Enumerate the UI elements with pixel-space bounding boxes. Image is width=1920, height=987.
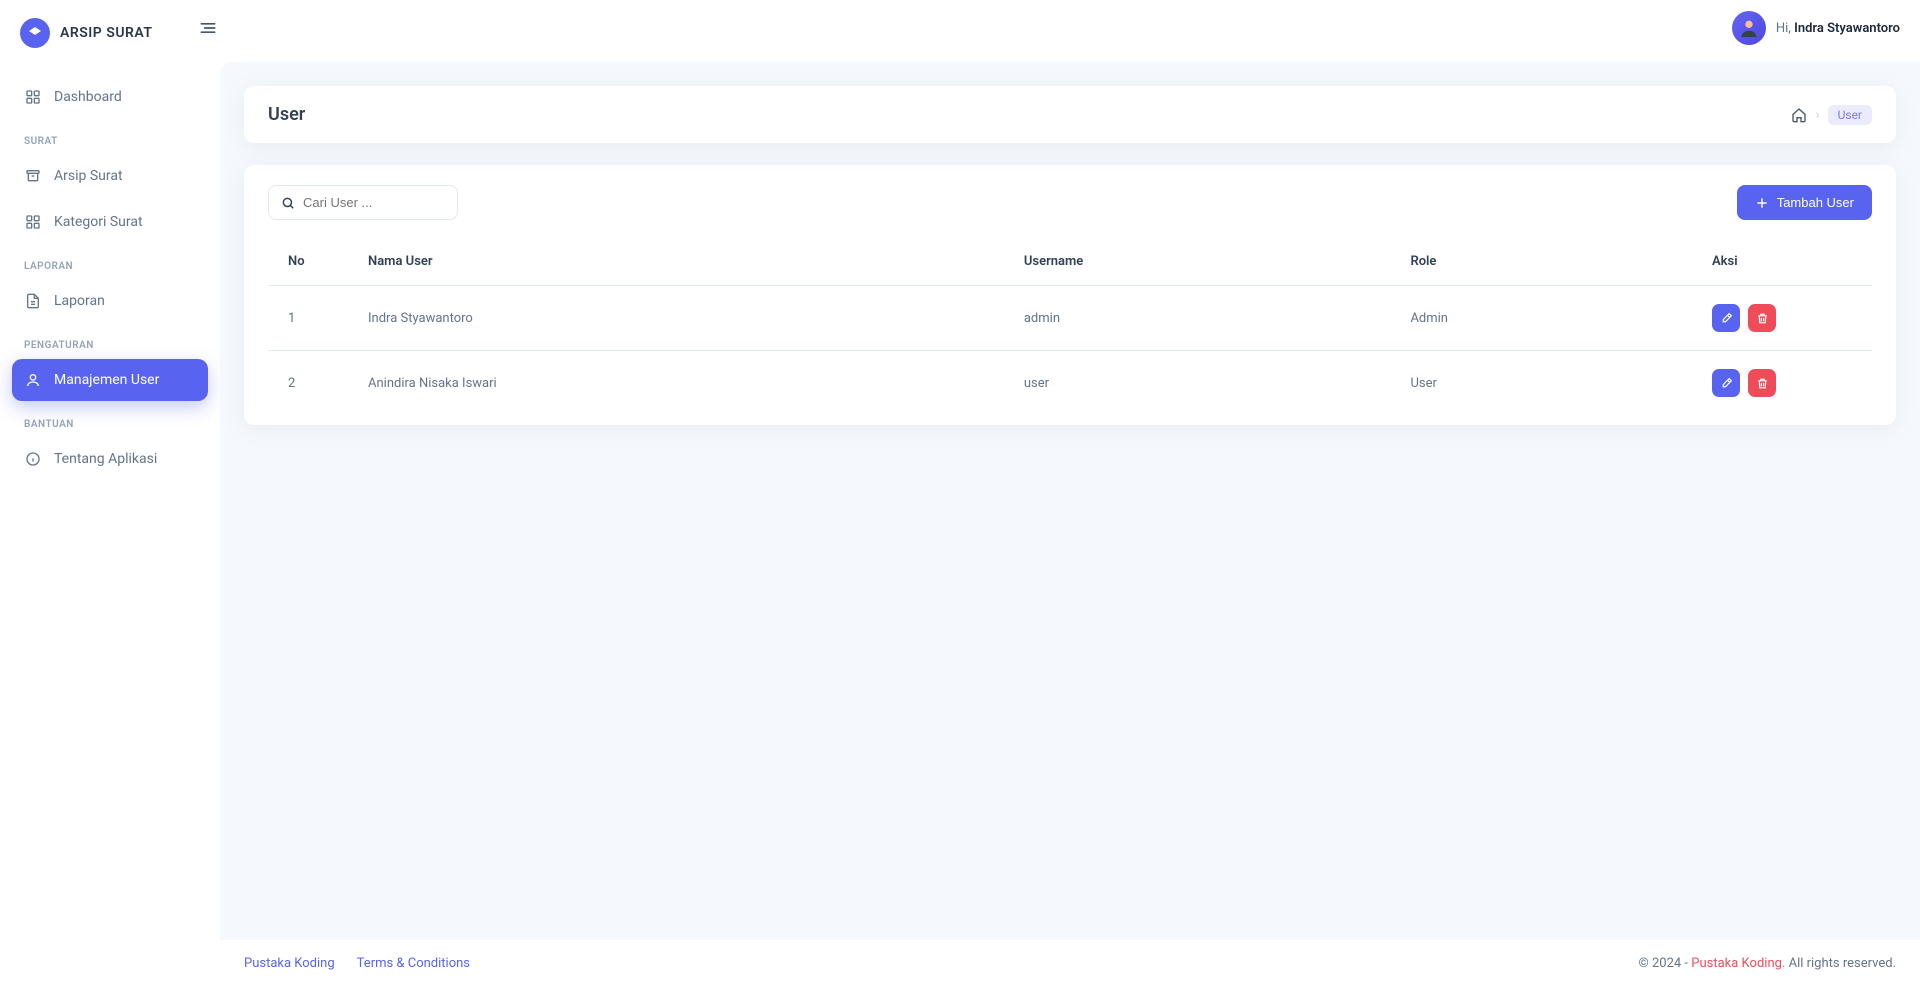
table-row: 1Indra StyawantoroadminAdmin bbox=[268, 286, 1872, 351]
brand-name: ARSIP SURAT bbox=[60, 25, 153, 41]
footer-copyright: © 2024 - Pustaka Koding. All rights rese… bbox=[1639, 956, 1896, 971]
sidebar: ARSIP SURAT Dashboard SURAT Arsip Surat bbox=[0, 0, 220, 987]
sidebar-item-dashboard[interactable]: Dashboard bbox=[12, 76, 208, 118]
content-card: Tambah User No Nama User Username Role A… bbox=[244, 165, 1896, 425]
footer-link-pustaka[interactable]: Pustaka Koding bbox=[244, 956, 335, 971]
breadcrumb-current: User bbox=[1828, 105, 1872, 125]
archive-icon bbox=[24, 167, 42, 185]
search-box bbox=[268, 185, 458, 220]
home-icon bbox=[1791, 107, 1807, 123]
add-user-label: Tambah User bbox=[1777, 195, 1854, 210]
search-icon bbox=[281, 196, 295, 210]
edit-button[interactable] bbox=[1712, 369, 1740, 397]
brand[interactable]: ARSIP SURAT bbox=[0, 0, 220, 66]
user-icon bbox=[24, 371, 42, 389]
sidebar-item-arsip-surat[interactable]: Arsip Surat bbox=[12, 155, 208, 197]
cell-username: user bbox=[1004, 351, 1391, 416]
sidebar-item-label: Manajemen User bbox=[54, 372, 159, 388]
search-input[interactable] bbox=[303, 195, 445, 210]
cell-role: User bbox=[1390, 351, 1692, 416]
table-header-aksi: Aksi bbox=[1692, 238, 1872, 286]
edit-icon bbox=[1720, 377, 1733, 390]
breadcrumb: › User bbox=[1791, 105, 1872, 125]
cell-no: 2 bbox=[268, 351, 348, 416]
users-table: No Nama User Username Role Aksi 1Indra S… bbox=[268, 238, 1872, 415]
sidebar-item-label: Dashboard bbox=[54, 89, 122, 105]
table-header-no: No bbox=[268, 238, 348, 286]
delete-button[interactable] bbox=[1748, 304, 1776, 332]
greeting-prefix: Hi, bbox=[1776, 21, 1791, 36]
footer: Pustaka Koding Terms & Conditions © 2024… bbox=[220, 940, 1920, 987]
cell-aksi bbox=[1692, 351, 1872, 416]
add-user-button[interactable]: Tambah User bbox=[1737, 185, 1872, 220]
cell-role: Admin bbox=[1390, 286, 1692, 351]
info-icon bbox=[24, 450, 42, 468]
menu-toggle-button[interactable] bbox=[190, 10, 226, 46]
user-greeting[interactable]: Hi, Indra Styawantoro bbox=[1732, 11, 1900, 45]
topbar: Hi, Indra Styawantoro bbox=[220, 0, 1920, 56]
delete-button[interactable] bbox=[1748, 369, 1776, 397]
cell-username: admin bbox=[1004, 286, 1391, 351]
avatar bbox=[1732, 11, 1766, 45]
sidebar-item-manajemen-user[interactable]: Manajemen User bbox=[12, 359, 208, 401]
nav: Dashboard SURAT Arsip Surat Kategori Sur… bbox=[0, 66, 220, 494]
user-name: Indra Styawantoro bbox=[1794, 21, 1900, 36]
sidebar-item-label: Arsip Surat bbox=[54, 168, 123, 184]
menu-icon bbox=[198, 18, 218, 38]
sidebar-item-tentang-aplikasi[interactable]: Tentang Aplikasi bbox=[12, 438, 208, 480]
category-icon bbox=[24, 213, 42, 231]
sidebar-section-title: PENGATURAN bbox=[12, 326, 208, 359]
cell-nama: Indra Styawantoro bbox=[348, 286, 1004, 351]
brand-icon bbox=[20, 18, 50, 48]
table-header-role: Role bbox=[1390, 238, 1692, 286]
chevron-right-icon: › bbox=[1815, 107, 1819, 123]
file-icon bbox=[24, 292, 42, 310]
footer-link-terms[interactable]: Terms & Conditions bbox=[357, 956, 470, 971]
sidebar-section-title: BANTUAN bbox=[12, 405, 208, 438]
plus-icon bbox=[1755, 196, 1769, 210]
table-header-nama: Nama User bbox=[348, 238, 1004, 286]
edit-icon bbox=[1720, 312, 1733, 325]
table-row: 2Anindira Nisaka IswariuserUser bbox=[268, 351, 1872, 416]
breadcrumb-home[interactable] bbox=[1791, 107, 1807, 123]
sidebar-item-kategori-surat[interactable]: Kategori Surat bbox=[12, 201, 208, 243]
cell-aksi bbox=[1692, 286, 1872, 351]
trash-icon bbox=[1756, 377, 1769, 390]
sidebar-item-label: Laporan bbox=[54, 293, 105, 309]
dashboard-icon bbox=[24, 88, 42, 106]
sidebar-item-label: Kategori Surat bbox=[54, 214, 143, 230]
sidebar-item-laporan[interactable]: Laporan bbox=[12, 280, 208, 322]
table-header-username: Username bbox=[1004, 238, 1391, 286]
sidebar-section-title: LAPORAN bbox=[12, 247, 208, 280]
cell-nama: Anindira Nisaka Iswari bbox=[348, 351, 1004, 416]
edit-button[interactable] bbox=[1712, 304, 1740, 332]
page-title: User bbox=[268, 104, 305, 125]
sidebar-section-title: SURAT bbox=[12, 122, 208, 155]
cell-no: 1 bbox=[268, 286, 348, 351]
sidebar-item-label: Tentang Aplikasi bbox=[54, 451, 157, 467]
trash-icon bbox=[1756, 312, 1769, 325]
page-header: User › User bbox=[244, 86, 1896, 143]
